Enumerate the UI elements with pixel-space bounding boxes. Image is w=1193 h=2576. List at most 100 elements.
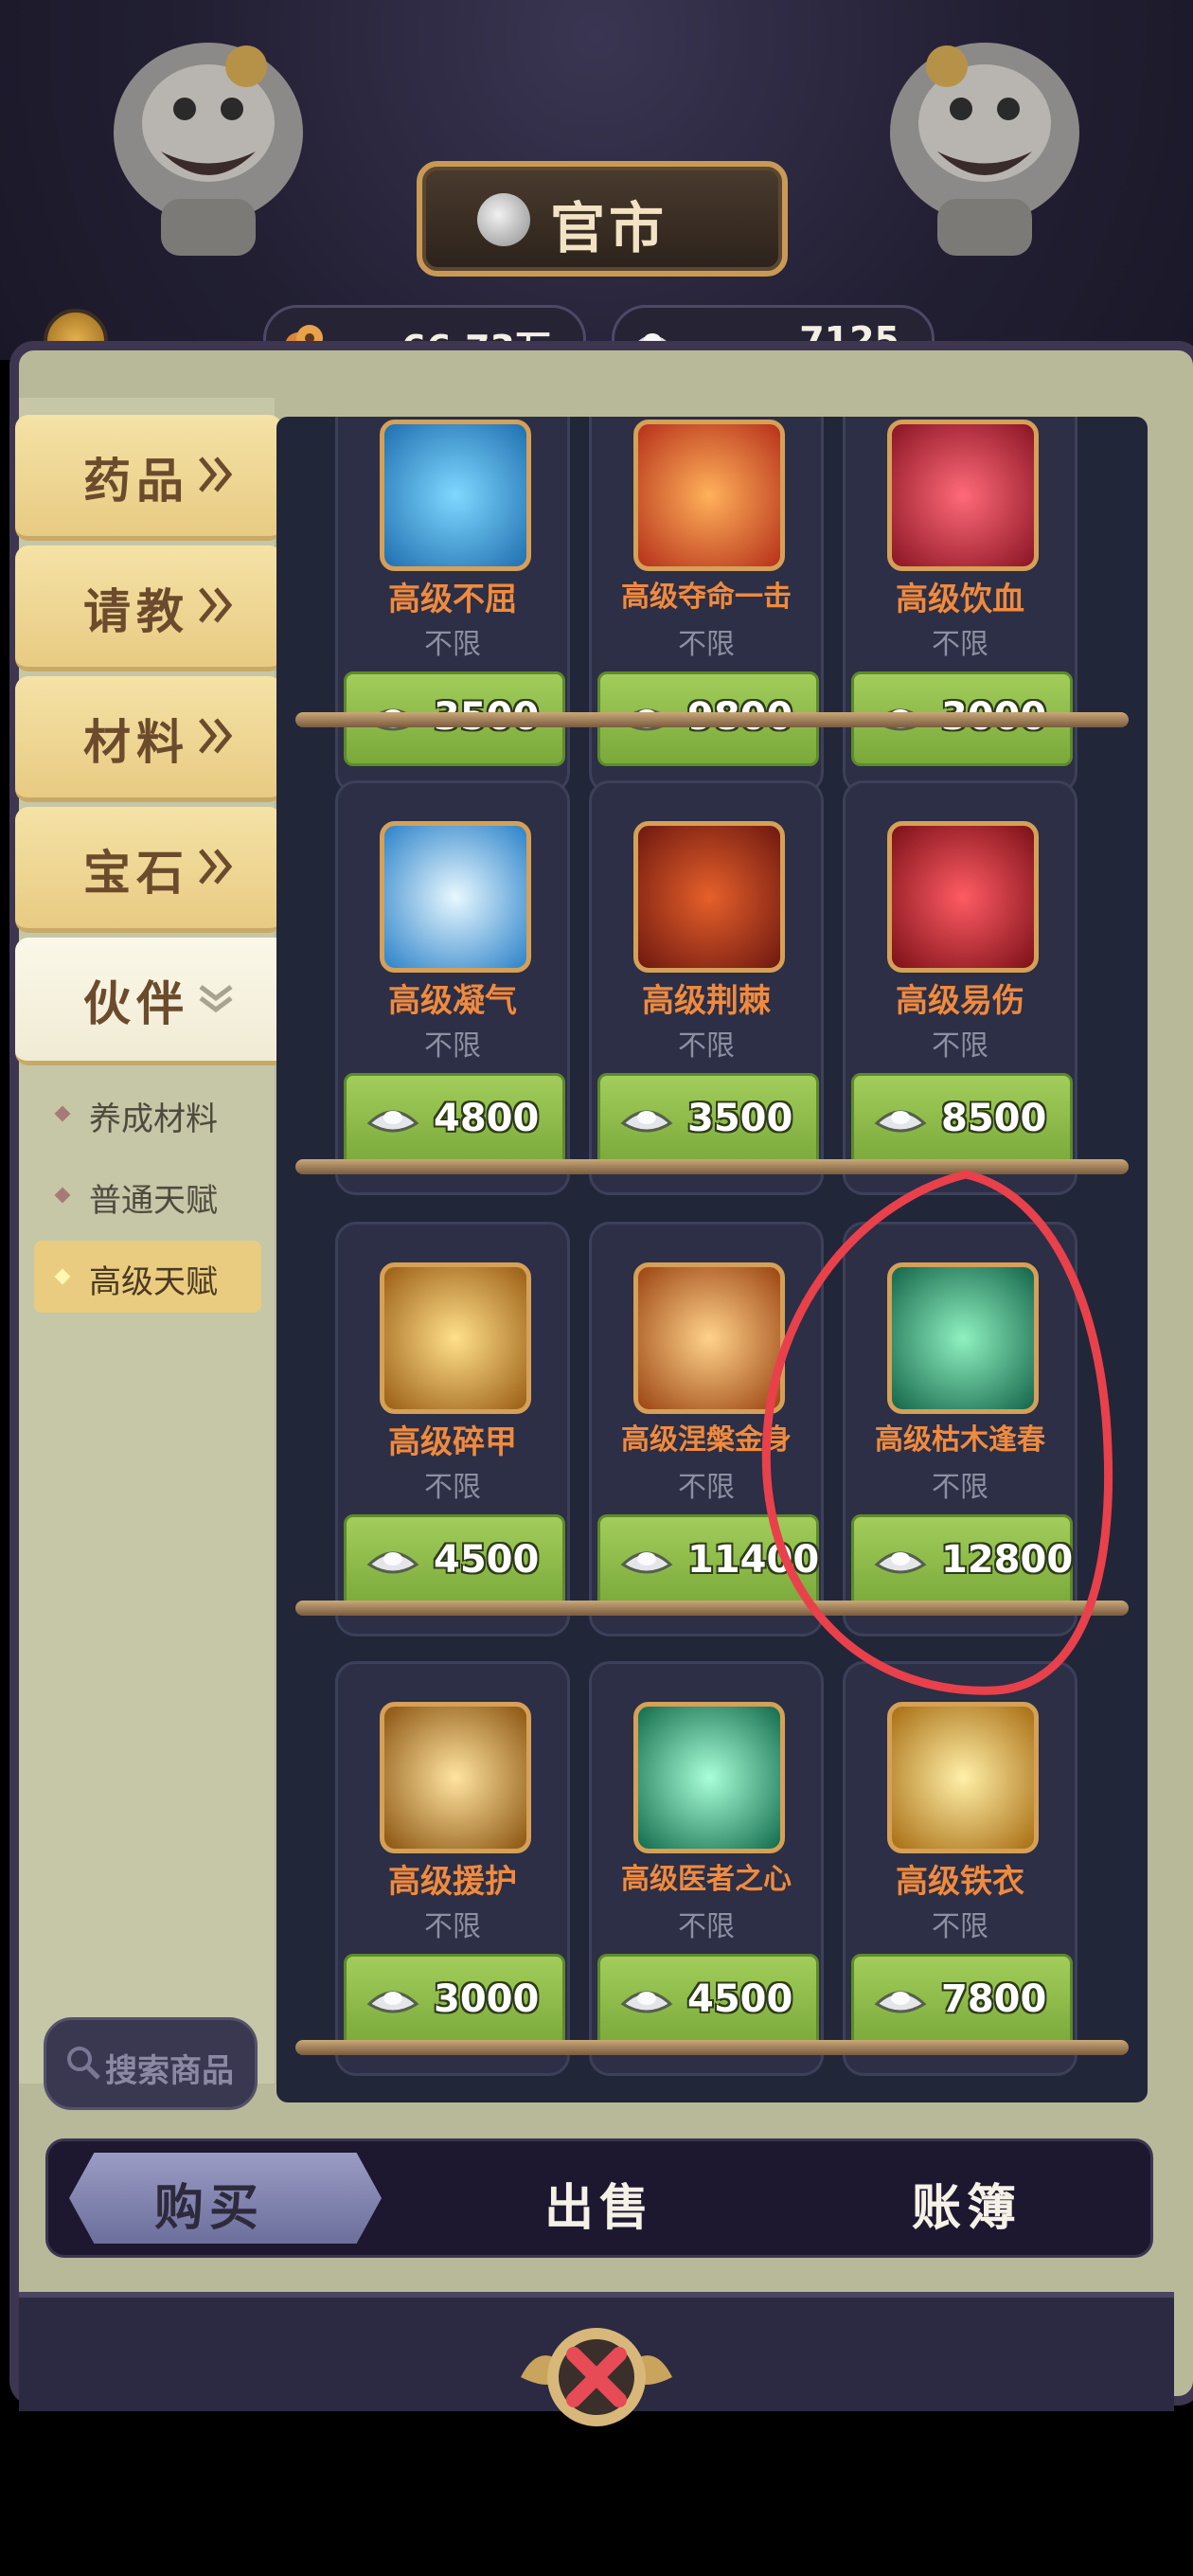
buy-button[interactable]: 7800 (851, 1954, 1073, 2048)
tab-ledger[interactable]: 账簿 (806, 2141, 1128, 2255)
shop-item-card[interactable]: 高级枯木逢春 不限 12800 (843, 1222, 1077, 1637)
shop-item-card[interactable]: 高级医者之心 不限 4500 (589, 1661, 824, 2076)
shop-item-card[interactable]: 高级凝气 不限 4800 (335, 780, 570, 1195)
silver-ingot-icon (874, 1110, 927, 1133)
close-icon[interactable] (502, 2311, 691, 2443)
search-icon (67, 2047, 100, 2080)
heart-plus-icon (633, 1702, 785, 1853)
buy-button[interactable]: 3000 (344, 1954, 565, 2048)
item-limit: 不限 (932, 1029, 988, 1063)
shop-item-card[interactable]: 高级不屈 不限 3500 (335, 417, 570, 794)
subcategory-advanced-talents[interactable]: 高级天赋 (34, 1241, 261, 1313)
item-limit: 不限 (932, 1910, 988, 1943)
category-tab-partners[interactable]: 伙伴 (15, 938, 295, 1065)
category-label: 伙伴 (83, 975, 189, 1031)
subcategory-growth-materials[interactable]: 养成材料 (34, 1078, 261, 1150)
item-price: 7800 (941, 1977, 1047, 2021)
double-chevron-right-icon (199, 718, 233, 754)
category-tab-consult[interactable]: 请教 (15, 546, 282, 671)
buy-button[interactable]: 4500 (344, 1514, 565, 1609)
item-limit: 不限 (932, 1471, 988, 1504)
item-name: 高级援护 (388, 1863, 517, 1901)
buy-button[interactable]: 3500 (597, 1073, 819, 1168)
explosion-icon (633, 420, 785, 571)
claw-slash-icon (887, 821, 1039, 973)
search-items-button[interactable]: 搜索商品 (44, 2017, 258, 2110)
item-limit: 不限 (424, 1471, 481, 1504)
tab-label: 购买 (153, 2179, 264, 2237)
shop-item-card[interactable]: 高级铁衣 不限 7800 (843, 1661, 1077, 2076)
phoenix-body-icon (633, 1262, 785, 1414)
buy-button[interactable]: 4800 (344, 1073, 565, 1168)
helping-hand-icon (380, 1702, 531, 1853)
category-label: 药品 (83, 453, 189, 509)
buy-button[interactable]: 8500 (851, 1073, 1073, 1168)
double-chevron-right-icon (199, 849, 233, 885)
shop-item-grid[interactable]: 高级不屈 不限 3500 高级夺命一击 不限 9800 高级饮血 不限 3000 (276, 417, 1148, 2102)
item-limit: 不限 (424, 628, 481, 661)
item-limit: 不限 (424, 1029, 481, 1063)
item-name: 高级枯木逢春 (875, 1423, 1045, 1457)
category-tab-gems[interactable]: 宝石 (15, 807, 282, 933)
shop-item-card[interactable]: 高级荆棘 不限 3500 (589, 780, 824, 1195)
item-limit: 不限 (424, 1910, 481, 1943)
silver-ingot-icon (366, 1991, 419, 2013)
buy-button[interactable]: 11400 (597, 1514, 819, 1609)
shelf-divider (295, 1159, 1129, 1174)
item-price: 8500 (941, 1097, 1047, 1140)
item-name: 高级铁衣 (896, 1863, 1024, 1901)
silver-ingot-icon (477, 193, 530, 246)
item-price: 4500 (687, 1977, 793, 2021)
double-chevron-right-icon (199, 456, 233, 492)
double-chevron-down-icon (199, 985, 233, 1013)
category-tab-materials[interactable]: 材料 (15, 676, 282, 802)
tab-buy[interactable]: 购买 (48, 2141, 382, 2255)
subcategory-label: 高级天赋 (89, 1263, 218, 1301)
silver-ingot-icon (366, 1110, 419, 1133)
bullet-icon (54, 1268, 71, 1285)
item-limit: 不限 (678, 1910, 735, 1943)
silver-ingot-icon (620, 1110, 673, 1133)
shop-item-card[interactable]: 高级援护 不限 3000 (335, 1661, 570, 2076)
item-price: 3000 (434, 1977, 540, 2021)
item-name: 高级碎甲 (388, 1423, 517, 1461)
page-title: 官市 (550, 196, 668, 260)
search-label: 搜索商品 (105, 2052, 234, 2090)
bullet-icon (54, 1105, 71, 1122)
shelf-divider (295, 2040, 1129, 2055)
category-label: 宝石 (83, 845, 189, 901)
subcategory-normal-talents[interactable]: 普通天赋 (34, 1159, 261, 1231)
shop-item-card[interactable]: 高级饮血 不限 3000 (843, 417, 1077, 794)
item-name: 高级夺命一击 (621, 581, 792, 614)
tab-label: 账簿 (911, 2179, 1022, 2237)
shop-item-card[interactable]: 高级夺命一击 不限 9800 (589, 417, 824, 794)
tab-label: 出售 (543, 2179, 654, 2237)
lion-statue-right-icon (890, 43, 1079, 256)
shelf-divider (295, 712, 1129, 727)
golden-armor-icon (887, 1702, 1039, 1853)
item-limit: 不限 (932, 628, 988, 661)
buy-button[interactable]: 12800 (851, 1514, 1073, 1609)
item-name: 高级医者之心 (621, 1863, 792, 1896)
thorn-icon (633, 821, 785, 973)
silver-ingot-icon (620, 1991, 673, 2013)
shop-item-card[interactable]: 高级碎甲 不限 4500 (335, 1222, 570, 1637)
buy-button[interactable]: 4500 (597, 1954, 819, 2048)
silver-ingot-icon (620, 1551, 673, 1574)
item-price: 4500 (434, 1538, 540, 1582)
category-tab-medicine[interactable]: 药品 (15, 415, 282, 541)
blood-swirl-icon (887, 420, 1039, 571)
shop-item-card[interactable]: 高级易伤 不限 8500 (843, 780, 1077, 1195)
shop-title-plate: 官市 (417, 161, 788, 277)
silver-ingot-icon (366, 1551, 419, 1574)
item-name: 高级饮血 (896, 581, 1024, 618)
silver-ingot-icon (874, 1991, 927, 2013)
item-price: 12800 (941, 1538, 1074, 1582)
item-price: 3500 (687, 1097, 793, 1140)
shop-item-card[interactable]: 高级涅槃金身 不限 11400 (589, 1222, 824, 1637)
tab-sell[interactable]: 出售 (438, 2141, 760, 2255)
item-name: 高级荆棘 (642, 982, 771, 1020)
item-price: 4800 (434, 1097, 540, 1140)
bullet-icon (54, 1187, 71, 1204)
silver-ingot-icon (874, 1551, 927, 1574)
